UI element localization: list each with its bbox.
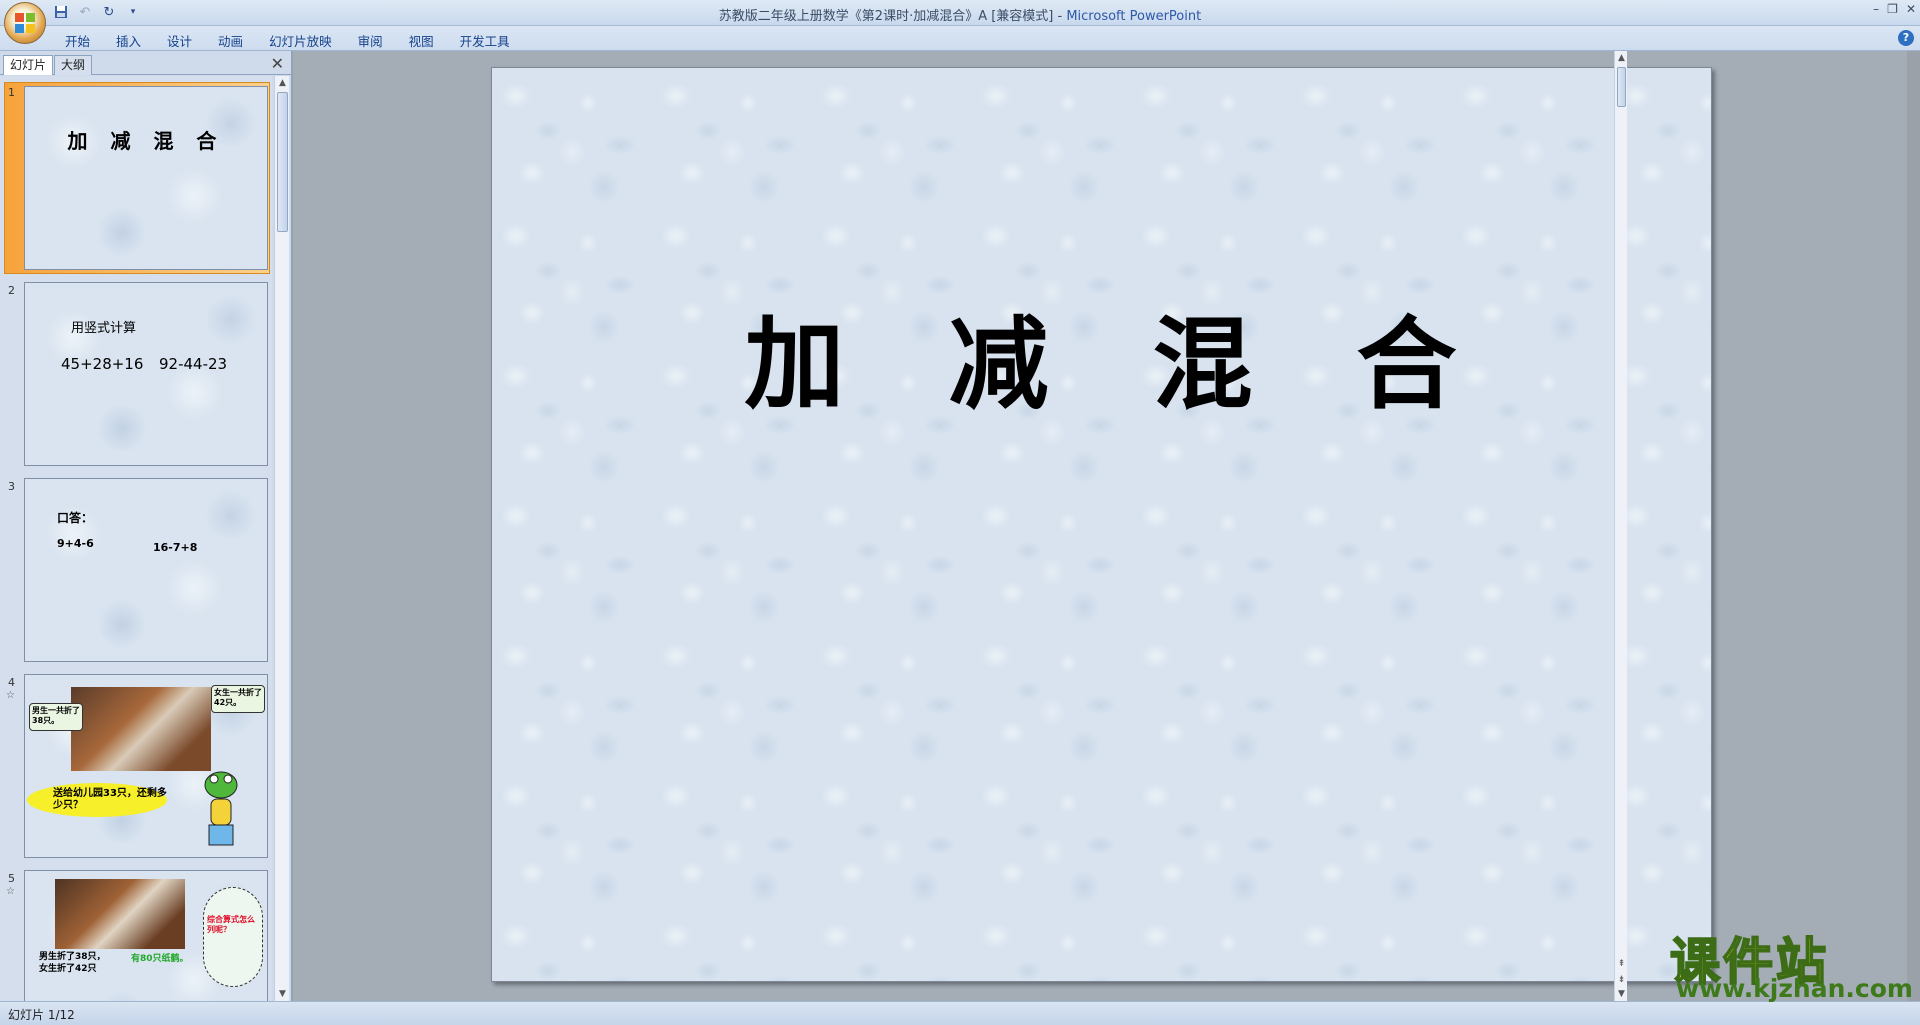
tab-slideshow[interactable]: 幻灯片放映 (256, 29, 345, 52)
tab-developer[interactable]: 开发工具 (447, 29, 523, 52)
title-bar: ↶ ↻ ▾ 苏教版二年级上册数学《第2课时·加减混合》A [兼容模式] - Mi… (0, 0, 1920, 44)
thumbnail-number: 2 (8, 284, 15, 297)
scroll-down-arrow-icon[interactable]: ▼ (275, 987, 290, 1001)
panel-tabs: 幻灯片 大纲 ✕ (0, 53, 292, 75)
thumbnail-slide-3[interactable]: 口答： 9+4-6 16-7+8 (24, 478, 268, 662)
animation-star-icon: ☆ (6, 690, 15, 701)
ribbon-tabs: 开始 插入 设计 动画 幻灯片放映 审阅 视图 开发工具 (52, 29, 523, 52)
window-title: 苏教版二年级上册数学《第2课时·加减混合》A [兼容模式] - Microsof… (0, 5, 1920, 24)
tab-insert[interactable]: 插入 (103, 29, 154, 52)
app-name: Microsoft PowerPoint (1066, 9, 1202, 24)
thumbnail-heading: 用竖式计算 (71, 321, 137, 336)
photo-children-folding (55, 879, 185, 949)
editor-scrollbar[interactable]: ▲ ⇞ ⇟ ▼ (1614, 51, 1627, 1001)
thumbnail-number: 5 (8, 872, 15, 885)
thumbnail-title: 加 减 混 合 (67, 129, 225, 153)
tab-review[interactable]: 审阅 (345, 29, 396, 52)
thumbnail-slide-4[interactable]: 男生一共折了38只。 女生一共折了42只。 送给幼儿园33只，还剩多少只？ (24, 674, 268, 858)
thumbnail-slide-1[interactable]: 加 减 混 合 (24, 86, 268, 270)
cloud-text: 综合算式怎么列呢？ (207, 915, 255, 934)
slide-editor: 加 减 混 合 (293, 51, 1907, 1001)
thumbnail-text-3: 有80只纸鹤。 (131, 954, 189, 964)
close-button[interactable]: ✕ (1906, 2, 1916, 16)
thumbnail-slide-5[interactable]: 综合算式怎么列呢？ 男生折了38只， 女生折了42只 有80只纸鹤。 (24, 870, 268, 1001)
slides-panel: 幻灯片 大纲 ✕ 1 加 减 混 合 2 用竖式计算 45+28+16 92-4… (0, 51, 292, 1001)
watermark-logo: 课件站 www.kjzhan.com (1669, 922, 1913, 1003)
thumbnail-expr-1: 45+28+16 (61, 355, 144, 373)
speech-bubble-boys: 男生一共折了38只。 (29, 703, 83, 731)
office-logo-icon (15, 13, 35, 33)
thumbnail-expr-2: 16-7+8 (153, 541, 198, 554)
thumbnail-heading: 口答： (57, 511, 94, 525)
tab-view[interactable]: 视图 (396, 29, 447, 52)
thumbnail-expr-2: 92-44-23 (159, 355, 228, 373)
slide-title[interactable]: 加 减 混 合 (492, 283, 1711, 428)
thumbnail-scrollbar[interactable]: ▲ ▼ (274, 76, 289, 1001)
scroll-up-arrow-icon[interactable]: ▲ (1615, 51, 1628, 65)
question-bubble: 送给幼儿园33只，还剩多少只？ (27, 783, 167, 817)
photo-children-folding (71, 687, 211, 771)
thought-cloud (203, 887, 263, 987)
thumbnail-expr-1: 9+4-6 (57, 537, 94, 550)
minimize-button[interactable]: – (1873, 2, 1879, 16)
close-panel-icon[interactable]: ✕ (271, 55, 284, 73)
speech-bubble-girls: 女生一共折了42只。 (211, 685, 265, 713)
scrollbar-thumb[interactable] (277, 92, 288, 232)
scrollbar-thumb[interactable] (1617, 67, 1626, 107)
current-slide[interactable]: 加 减 混 合 (491, 67, 1712, 982)
tab-home[interactable]: 开始 (52, 29, 103, 52)
restore-button[interactable]: ❐ (1887, 2, 1898, 16)
ribbon: 开始 插入 设计 动画 幻灯片放映 审阅 视图 开发工具 ? (0, 26, 1920, 51)
slide-counter: 幻灯片 1/12 (8, 1008, 75, 1022)
window-controls: – ❐ ✕ (1873, 2, 1916, 16)
thumbnail-number: 1 (8, 86, 15, 99)
next-slide-icon[interactable]: ⇟ (1615, 973, 1628, 987)
thumbnail-list: 1 加 减 混 合 2 用竖式计算 45+28+16 92-44-23 3 口答… (0, 76, 272, 1001)
previous-slide-icon[interactable]: ⇞ (1615, 957, 1628, 971)
scroll-up-arrow-icon[interactable]: ▲ (275, 76, 290, 90)
thumbnail-text-2: 女生折了42只 (39, 964, 97, 974)
thumbnail-number: 4 (8, 676, 15, 689)
thumbnail-number: 3 (8, 480, 15, 493)
help-icon[interactable]: ? (1898, 30, 1914, 46)
thumbnail-slide-2[interactable]: 用竖式计算 45+28+16 92-44-23 (24, 282, 268, 466)
tab-outline[interactable]: 大纲 (54, 55, 93, 75)
frog-cartoon-icon (201, 767, 241, 851)
tab-design[interactable]: 设计 (154, 29, 205, 52)
status-bar: 幻灯片 1/12 (0, 1001, 1920, 1025)
animation-star-icon: ☆ (6, 886, 15, 897)
tab-slides[interactable]: 幻灯片 (3, 55, 54, 75)
office-button[interactable] (4, 2, 46, 44)
watermark-url: www.kjzhan.com (1676, 974, 1913, 1003)
document-title: 苏教版二年级上册数学《第2课时·加减混合》A [兼容模式] - (718, 9, 1067, 24)
scroll-down-arrow-icon[interactable]: ▼ (1615, 987, 1628, 1001)
tab-animations[interactable]: 动画 (205, 29, 256, 52)
